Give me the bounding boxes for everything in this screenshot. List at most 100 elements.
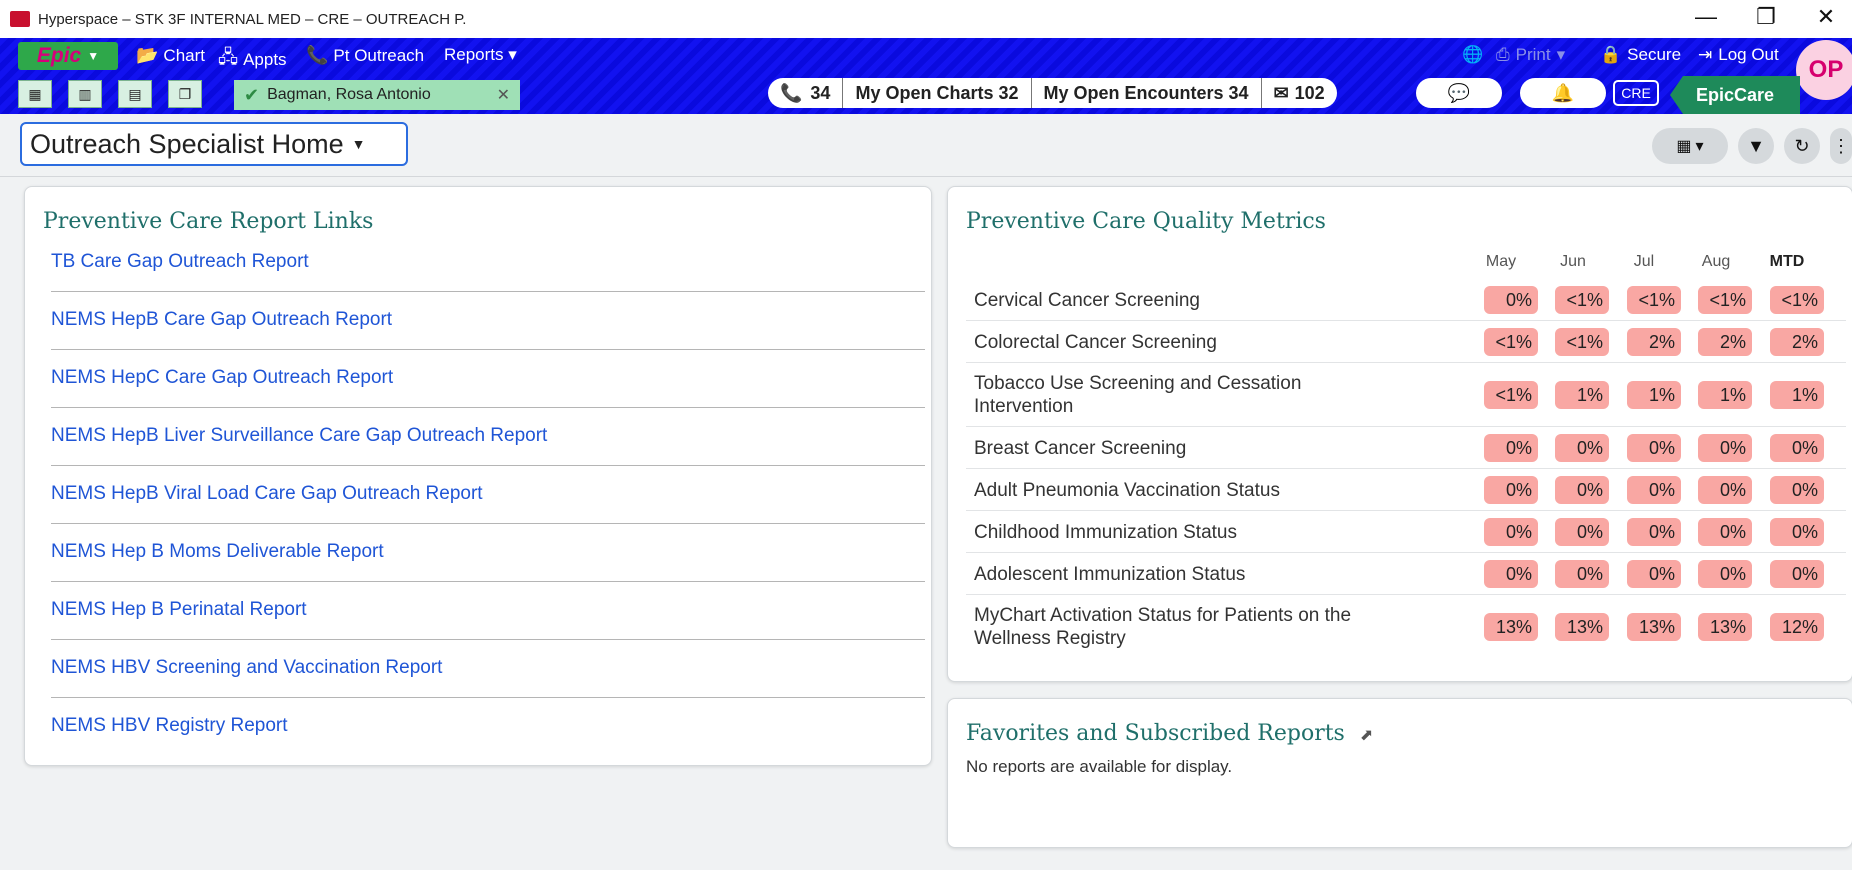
epic-menu-button[interactable]: Epic ▼: [18, 42, 118, 70]
more-options-button[interactable]: ⋮: [1830, 128, 1852, 164]
metric-value[interactable]: 0%: [1484, 286, 1538, 314]
metric-value[interactable]: 0%: [1627, 476, 1681, 504]
metric-value[interactable]: 0%: [1627, 560, 1681, 588]
calls-count[interactable]: 📞 34: [768, 78, 844, 108]
page-selector[interactable]: Outreach Specialist Home ▼: [20, 122, 408, 166]
print-button[interactable]: ⎙ Print ▾: [1496, 45, 1565, 65]
metric-value[interactable]: <1%: [1627, 286, 1681, 314]
column-header: MTD: [1769, 253, 1805, 270]
table-row: Cervical Cancer Screening 0% <1% <1% <1%…: [966, 279, 1846, 321]
metric-value[interactable]: 0%: [1770, 434, 1824, 462]
metric-value[interactable]: 2%: [1627, 328, 1681, 356]
chat-bubble-icon: 💬: [1447, 82, 1471, 103]
metric-value[interactable]: <1%: [1555, 328, 1609, 356]
secure-button[interactable]: 🔒 Secure: [1600, 45, 1681, 65]
external-link-icon[interactable]: ⬈: [1360, 725, 1373, 744]
my-open-charts[interactable]: My Open Charts 32: [843, 78, 1032, 108]
metric-value[interactable]: <1%: [1484, 328, 1538, 356]
metric-value[interactable]: 0%: [1627, 518, 1681, 546]
check-icon: ✔: [244, 84, 260, 105]
metric-value[interactable]: 0%: [1698, 560, 1752, 588]
list-item: NEMS HepB Viral Load Care Gap Outreach R…: [51, 483, 925, 541]
metric-name: Colorectal Cancer Screening: [974, 332, 1217, 353]
metric-value[interactable]: 0%: [1555, 476, 1609, 504]
metric-value[interactable]: 0%: [1484, 434, 1538, 462]
menu-chart[interactable]: 📂 Chart: [136, 45, 205, 66]
metric-value[interactable]: 13%: [1698, 613, 1752, 641]
maximize-button[interactable]: ❐: [1746, 4, 1786, 30]
metric-value[interactable]: <1%: [1484, 381, 1538, 409]
metric-value[interactable]: 1%: [1627, 381, 1681, 409]
report-link[interactable]: NEMS HepB Care Gap Outreach Report: [51, 309, 392, 331]
report-link[interactable]: TB Care Gap Outreach Report: [51, 251, 309, 273]
list-item: NEMS HepC Care Gap Outreach Report: [51, 367, 925, 425]
dashboard-icon[interactable]: ▦: [18, 80, 52, 108]
metric-value[interactable]: 13%: [1627, 613, 1681, 641]
metric-value[interactable]: 0%: [1770, 518, 1824, 546]
metric-value[interactable]: 0%: [1484, 476, 1538, 504]
minimize-button[interactable]: —: [1686, 4, 1726, 30]
report-link[interactable]: NEMS HBV Screening and Vaccination Repor…: [51, 657, 442, 679]
report-link[interactable]: NEMS HepB Viral Load Care Gap Outreach R…: [51, 483, 483, 505]
metric-value[interactable]: <1%: [1770, 286, 1824, 314]
printer-icon: ⎙: [1496, 45, 1510, 64]
menu-reports-label: Reports ▾: [444, 45, 517, 64]
inbox-icon[interactable]: ▤: [118, 80, 152, 108]
table-row: MyChart Activation Status for Patients o…: [966, 595, 1846, 659]
chevron-down-icon: ▼: [351, 136, 366, 152]
metric-value[interactable]: 0%: [1555, 560, 1609, 588]
menu-pt-outreach[interactable]: 📞 Pt Outreach: [306, 45, 424, 66]
chat-button[interactable]: 💬: [1416, 78, 1502, 108]
main-menu-row: Epic ▼ 📂 Chart 🖧 Appts 📞 Pt Outreach Rep…: [0, 38, 1852, 100]
refresh-icon: ↻: [1794, 135, 1810, 156]
calendar-icon[interactable]: ▥: [68, 80, 102, 108]
refresh-button[interactable]: ↻: [1784, 128, 1820, 164]
metric-value[interactable]: 0%: [1555, 518, 1609, 546]
patient-tab[interactable]: ✔ Bagman, Rosa Antonio ✕: [234, 80, 520, 110]
windows-icon[interactable]: ❐: [168, 80, 202, 108]
cre-badge[interactable]: CRE: [1613, 80, 1659, 106]
report-link[interactable]: NEMS HBV Registry Report: [51, 715, 288, 737]
metric-value[interactable]: 0%: [1627, 434, 1681, 462]
logout-button[interactable]: ⇥ Log Out: [1698, 45, 1779, 65]
metric-value[interactable]: 1%: [1555, 381, 1609, 409]
list-item: NEMS HepB Liver Surveillance Care Gap Ou…: [51, 425, 925, 483]
menu-appts[interactable]: 🖧 Appts: [218, 45, 287, 75]
metric-value[interactable]: 0%: [1484, 518, 1538, 546]
metric-name: MyChart Activation Status for Patients o…: [974, 605, 1352, 649]
metric-value[interactable]: 2%: [1698, 328, 1752, 356]
metric-value[interactable]: 0%: [1555, 434, 1609, 462]
report-link[interactable]: NEMS Hep B Moms Deliverable Report: [51, 541, 384, 563]
metric-value[interactable]: 13%: [1555, 613, 1609, 641]
epiccare-label[interactable]: EpicCare: [1670, 76, 1800, 114]
phone-icon: 📞: [780, 82, 803, 103]
metric-value[interactable]: 0%: [1770, 476, 1824, 504]
report-link[interactable]: NEMS Hep B Perinatal Report: [51, 599, 307, 621]
column-header: Jul: [1633, 253, 1655, 270]
metric-value[interactable]: 2%: [1770, 328, 1824, 356]
metric-name: Adolescent Immunization Status: [974, 564, 1246, 585]
globe-button[interactable]: 🌐: [1462, 45, 1483, 65]
menu-reports[interactable]: Reports ▾: [444, 45, 517, 65]
notifications-button[interactable]: 🔔: [1520, 78, 1606, 108]
metric-value[interactable]: 13%: [1484, 613, 1538, 641]
metric-value[interactable]: 0%: [1698, 518, 1752, 546]
metric-value[interactable]: <1%: [1698, 286, 1752, 314]
report-link[interactable]: NEMS HepB Liver Surveillance Care Gap Ou…: [51, 425, 547, 447]
layout-button[interactable]: ▦ ▾: [1652, 128, 1728, 164]
metric-value[interactable]: 0%: [1698, 434, 1752, 462]
inbox-count[interactable]: ✉ 102: [1262, 78, 1337, 108]
phone-icon: 📞: [306, 45, 329, 65]
metric-value[interactable]: <1%: [1555, 286, 1609, 314]
metric-value[interactable]: 12%: [1770, 613, 1824, 641]
metric-value[interactable]: 0%: [1484, 560, 1538, 588]
close-tab-icon[interactable]: ✕: [497, 85, 510, 105]
metric-value[interactable]: 1%: [1698, 381, 1752, 409]
report-link[interactable]: NEMS HepC Care Gap Outreach Report: [51, 367, 393, 389]
my-open-encounters[interactable]: My Open Encounters 34: [1032, 78, 1262, 108]
filter-button[interactable]: ▼: [1738, 128, 1774, 164]
metric-value[interactable]: 0%: [1770, 560, 1824, 588]
metric-value[interactable]: 1%: [1770, 381, 1824, 409]
metric-value[interactable]: 0%: [1698, 476, 1752, 504]
close-window-button[interactable]: ✕: [1806, 4, 1846, 30]
